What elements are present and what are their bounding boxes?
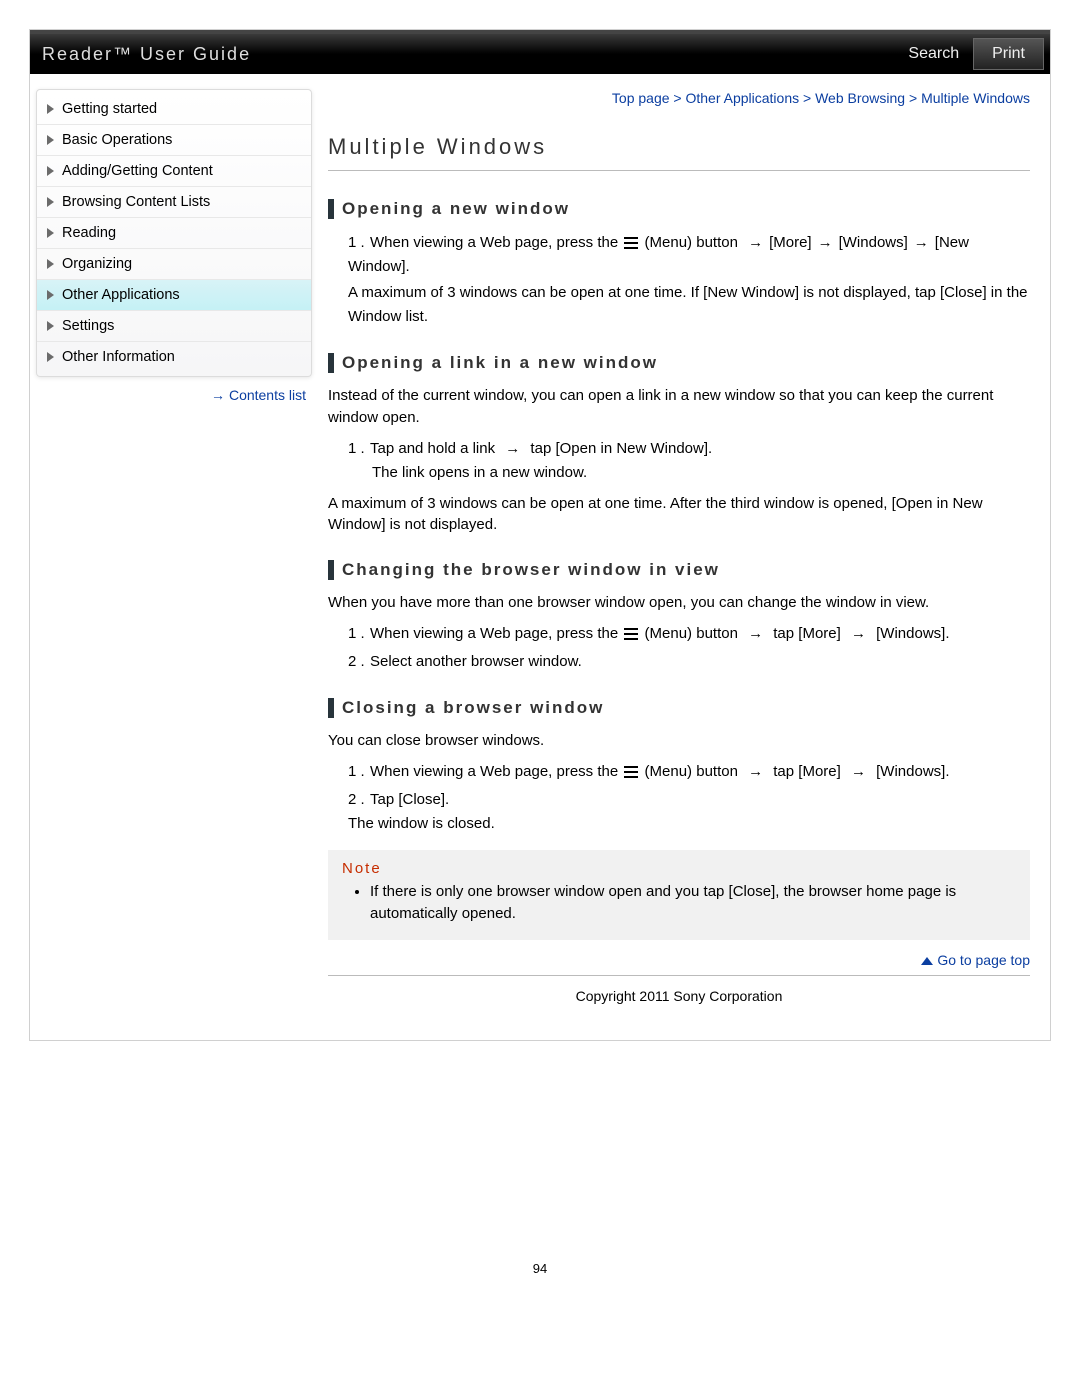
nav-label: Other Information <box>62 349 175 365</box>
chevron-right-icon <box>47 352 54 362</box>
contents-list-label: Contents list <box>229 387 306 403</box>
arrow-icon: → <box>818 231 833 255</box>
breadcrumb-web-browsing[interactable]: Web Browsing <box>815 90 905 106</box>
arrow-icon: → <box>851 760 866 784</box>
step: 1 .When viewing a Web page, press the (M… <box>348 760 1030 784</box>
breadcrumb-top[interactable]: Top page <box>612 90 670 106</box>
menu-icon <box>622 236 640 250</box>
arrow-icon: → <box>748 760 763 784</box>
note-item: If there is only one browser window open… <box>370 881 1016 926</box>
step: 1 .Tap and hold a link → tap [Open in Ne… <box>348 437 1030 485</box>
nav-reading[interactable]: Reading <box>37 218 311 249</box>
breadcrumb: Top page > Other Applications > Web Brow… <box>328 90 1030 106</box>
chevron-right-icon <box>47 166 54 176</box>
nav-basic-operations[interactable]: Basic Operations <box>37 125 311 156</box>
print-button[interactable]: Print <box>973 38 1044 70</box>
arrow-right-icon: → <box>211 387 225 403</box>
intro-text: You can close browser windows. <box>328 730 1030 752</box>
nav-other-information[interactable]: Other Information <box>37 342 311 372</box>
section-closing-window: Closing a browser window <box>328 698 1030 718</box>
sidebar-nav: Getting started Basic Operations Adding/… <box>36 89 312 377</box>
nav-browsing-lists[interactable]: Browsing Content Lists <box>37 187 311 218</box>
chevron-right-icon <box>47 290 54 300</box>
copyright: Copyright 2011 Sony Corporation <box>328 976 1030 1016</box>
section-opening-new-window: Opening a new window <box>328 199 1030 219</box>
nav-label: Adding/Getting Content <box>62 163 213 179</box>
intro-text: When you have more than one browser wind… <box>328 592 1030 614</box>
menu-icon <box>622 627 640 641</box>
page-number: 94 <box>29 1261 1051 1276</box>
chevron-right-icon <box>47 259 54 269</box>
section-changing-window: Changing the browser window in view <box>328 560 1030 580</box>
nav-other-applications[interactable]: Other Applications <box>37 280 311 311</box>
app-title: Reader™ User Guide <box>42 44 251 65</box>
step-note: A maximum of 3 windows can be open at on… <box>348 281 1030 329</box>
search-button[interactable]: Search <box>894 45 973 63</box>
chevron-right-icon <box>47 197 54 207</box>
arrow-icon: → <box>505 437 520 461</box>
nav-label: Basic Operations <box>62 132 172 148</box>
arrow-icon: → <box>748 622 763 646</box>
step: 2 .Tap [Close]. The window is closed. <box>348 788 1030 836</box>
step: 1 .When viewing a Web page, press the (M… <box>348 231 1030 329</box>
header-bar: Reader™ User Guide Search Print <box>30 30 1050 74</box>
nav-settings[interactable]: Settings <box>37 311 311 342</box>
nav-label: Reading <box>62 225 116 241</box>
nav-organizing[interactable]: Organizing <box>37 249 311 280</box>
page-title: Multiple Windows <box>328 134 1030 171</box>
step: 2 .Select another browser window. <box>348 650 1030 674</box>
arrow-icon: → <box>748 231 763 255</box>
arrow-icon: → <box>851 622 866 646</box>
breadcrumb-other-apps[interactable]: Other Applications <box>685 90 799 106</box>
nav-adding-content[interactable]: Adding/Getting Content <box>37 156 311 187</box>
menu-icon <box>622 765 640 779</box>
breadcrumb-current[interactable]: Multiple Windows <box>921 90 1030 106</box>
chevron-right-icon <box>47 321 54 331</box>
after-text: A maximum of 3 windows can be open at on… <box>328 493 1030 537</box>
chevron-right-icon <box>47 135 54 145</box>
goto-top-link[interactable]: Go to page top <box>921 952 1030 968</box>
contents-list-link[interactable]: →Contents list <box>36 387 306 403</box>
step-sub: The link opens in a new window. <box>348 461 1030 485</box>
nav-label: Settings <box>62 318 114 334</box>
step-sub: The window is closed. <box>348 812 1030 836</box>
chevron-right-icon <box>47 228 54 238</box>
nav-getting-started[interactable]: Getting started <box>37 94 311 125</box>
arrow-icon: → <box>914 231 929 255</box>
nav-label: Other Applications <box>62 287 180 303</box>
section-opening-link: Opening a link in a new window <box>328 353 1030 373</box>
nav-label: Browsing Content Lists <box>62 194 210 210</box>
chevron-right-icon <box>47 104 54 114</box>
triangle-up-icon <box>921 957 933 965</box>
intro-text: Instead of the current window, you can o… <box>328 385 1030 429</box>
nav-label: Organizing <box>62 256 132 272</box>
nav-label: Getting started <box>62 101 157 117</box>
note-label: Note <box>342 860 1016 877</box>
step: 1 .When viewing a Web page, press the (M… <box>348 622 1030 646</box>
note-box: Note If there is only one browser window… <box>328 850 1030 940</box>
